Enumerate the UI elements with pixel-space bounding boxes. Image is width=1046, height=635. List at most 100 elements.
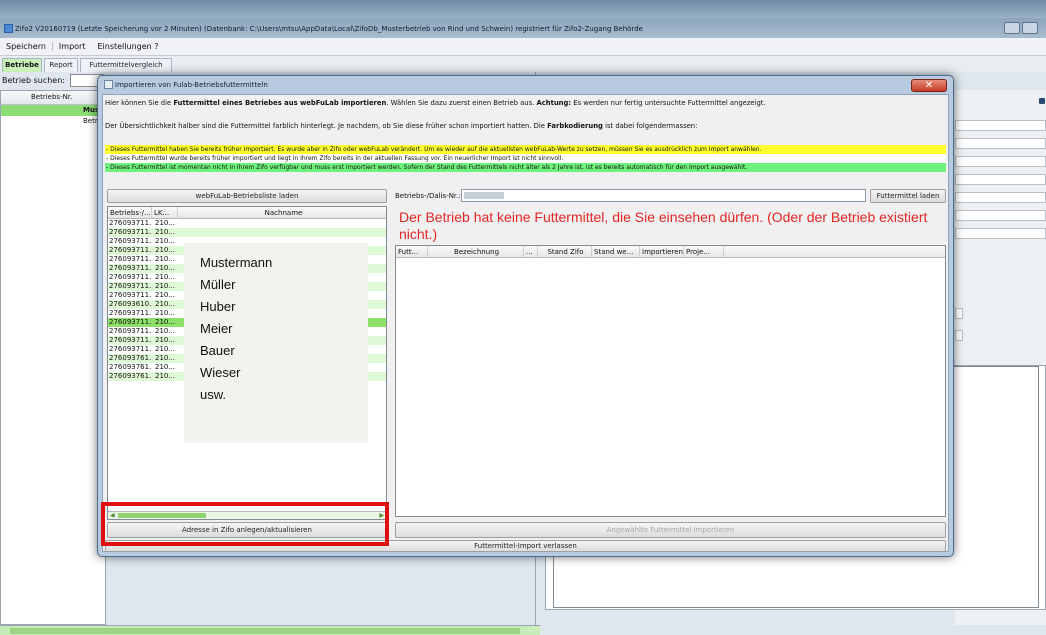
cell-lk: 210... [155, 345, 176, 353]
window-controls [1004, 22, 1038, 34]
overview-text: Der Übersichtlichkeit halber sind die Fu… [105, 122, 697, 131]
search-row: Betrieb suchen: [0, 73, 104, 89]
scrollbar-thumb[interactable] [10, 628, 520, 634]
column-stand-zifo[interactable]: Stand Zifo [538, 246, 592, 258]
table-row[interactable]: 276093711... 210... [108, 219, 386, 228]
column-projekt[interactable]: Proje... [684, 246, 724, 258]
legend-changed: - Dieses Futtermittel haben Sie bereits … [105, 145, 946, 154]
detail-field[interactable] [955, 308, 963, 319]
detail-field[interactable] [955, 156, 1046, 167]
name-label: usw. [200, 387, 227, 402]
tab-report[interactable]: Report [44, 58, 78, 72]
column-nachname[interactable]: Nachname [178, 207, 386, 219]
highlight-frame [101, 502, 389, 546]
column-bezeichnung[interactable]: Bezeichnung [428, 246, 524, 258]
cell-betriebs-nr: 276093711... [109, 237, 152, 245]
menu-speichern[interactable]: Speichern [0, 42, 53, 51]
column-betriebs-nr[interactable]: Betriebs-/... [108, 207, 152, 219]
detail-field[interactable] [955, 192, 1046, 203]
cell-lk: 210... [155, 363, 176, 371]
cell-betriebs-nr: 276093711... [109, 345, 152, 353]
intro-text-bold: Achtung: [536, 99, 572, 107]
search-label: Betrieb suchen: [2, 76, 65, 85]
legend-current: - Dieses Futtermittel wurde bereits früh… [105, 154, 946, 163]
betriebs-nr-label: Betriebs-/Dalis-Nr.: [395, 192, 461, 200]
dialog-body: Hier können Sie die Futtermittel eines B… [102, 94, 949, 552]
detail-field[interactable] [955, 330, 963, 341]
tab-futtermittelvergleich[interactable]: Futtermittelvergleich [80, 58, 172, 72]
cell-betriebs-nr: 276093711... [109, 291, 152, 299]
list-item[interactable]: Betr [1, 116, 105, 127]
load-feed-button[interactable]: Futtermittel laden [870, 189, 946, 203]
cell-betriebs-nr: 276093711... [109, 318, 152, 326]
close-button[interactable]: ✕ [911, 79, 947, 92]
cell-betriebs-nr: 276093711... [109, 264, 152, 272]
name-label: Mustermann [200, 255, 273, 270]
detail-field[interactable] [955, 120, 1046, 131]
maximize-button[interactable] [1022, 22, 1038, 34]
cell-betriebs-nr: 276093610... [109, 300, 152, 308]
feed-grid[interactable]: Futt... Bezeichnung ... Stand Zifo Stand… [395, 245, 946, 517]
intro-text-part: Hier können Sie die [105, 99, 174, 107]
background-window-strip [0, 0, 1046, 18]
app-icon [4, 24, 13, 33]
name-label: Müller [200, 277, 236, 292]
detail-field[interactable] [955, 228, 1046, 239]
edit-icon[interactable] [1039, 98, 1045, 104]
title-bar: Zifo2 V20160719 (Letzte Speicherung vor … [0, 0, 1046, 38]
betriebe-list[interactable]: Betriebs-Nr. Mus Betr [0, 90, 106, 625]
cell-betriebs-nr: 276093761... [109, 354, 152, 362]
cell-betriebs-nr: 276093711... [109, 255, 152, 263]
dialog-title: Importieren von Fulab-Betriebsfuttermitt… [115, 81, 268, 89]
legend-new: - Dieses Futtermittel ist momentan nicht… [105, 163, 946, 172]
grid-header: Betriebs-/... LK... Nachname [108, 207, 386, 219]
cell-lk: 210... [155, 246, 176, 254]
column-lk[interactable]: LK... [152, 207, 178, 219]
cell-betriebs-nr: 276093711... [109, 219, 152, 227]
minimize-button[interactable] [1004, 22, 1020, 34]
tab-betriebe[interactable]: Betriebe [2, 58, 42, 72]
cell-betriebs-nr: 276093711... [109, 273, 152, 281]
feed-grid-header: Futt... Bezeichnung ... Stand Zifo Stand… [396, 246, 945, 258]
cell-lk: 210... [155, 291, 176, 299]
redacted-value [464, 192, 504, 199]
cell-betriebs-nr: 276093711... [109, 246, 152, 254]
cell-lk: 210... [155, 264, 176, 272]
cell-betriebs-nr: 276093761... [109, 372, 152, 380]
name-label: Huber [200, 299, 236, 314]
intro-text-bold: Futtermittel eines Betriebes aus webFuLa… [173, 99, 387, 107]
detail-field[interactable] [955, 174, 1046, 185]
window-title: Zifo2 V20160719 (Letzte Speicherung vor … [4, 24, 643, 33]
overview-text-part: ist dabei folgendermassen: [602, 122, 698, 130]
horizontal-scrollbar[interactable] [0, 625, 540, 635]
import-dialog: Importieren von Fulab-Betriebsfuttermitt… [97, 75, 954, 557]
load-betriebsliste-button[interactable]: webFuLab-Betriebsliste laden [107, 189, 387, 203]
cell-lk: 210... [155, 318, 176, 326]
betriebe-list-header[interactable]: Betriebs-Nr. [1, 91, 105, 105]
menu-einstellungen[interactable]: Einstellungen ? [91, 42, 164, 51]
cell-lk: 210... [155, 273, 176, 281]
list-item[interactable]: Mus [1, 105, 105, 116]
name-label: Bauer [200, 343, 235, 358]
column-stand-webfulab[interactable]: Stand we... [592, 246, 640, 258]
column-extra[interactable]: ... [524, 246, 538, 258]
menu-import[interactable]: Import [53, 42, 92, 51]
cell-betriebs-nr: 276093711... [109, 228, 152, 236]
detail-field[interactable] [955, 138, 1046, 149]
cell-betriebs-nr: 276093711... [109, 336, 152, 344]
column-importieren[interactable]: Importieren [640, 246, 684, 258]
cell-lk: 210... [155, 327, 176, 335]
cell-lk: 210... [155, 228, 176, 236]
dialog-icon [104, 80, 113, 89]
intro-text-part: Es werden nur fertig untersuchte Futterm… [571, 99, 766, 107]
table-row[interactable]: 276093711... 210... [108, 228, 386, 237]
cell-lk: 210... [155, 282, 176, 290]
betriebs-nr-input[interactable] [461, 189, 866, 202]
column-futtermittel[interactable]: Futt... [396, 246, 428, 258]
cell-lk: 210... [155, 300, 176, 308]
betriebsliste-grid[interactable]: Betriebs-/... LK... Nachname 276093711..… [107, 206, 387, 520]
cell-betriebs-nr: 276093761... [109, 363, 152, 371]
import-selected-button[interactable]: Angewählte Futtermittel importieren [395, 522, 946, 538]
detail-field[interactable] [955, 210, 1046, 221]
cell-betriebs-nr: 276093711... [109, 327, 152, 335]
